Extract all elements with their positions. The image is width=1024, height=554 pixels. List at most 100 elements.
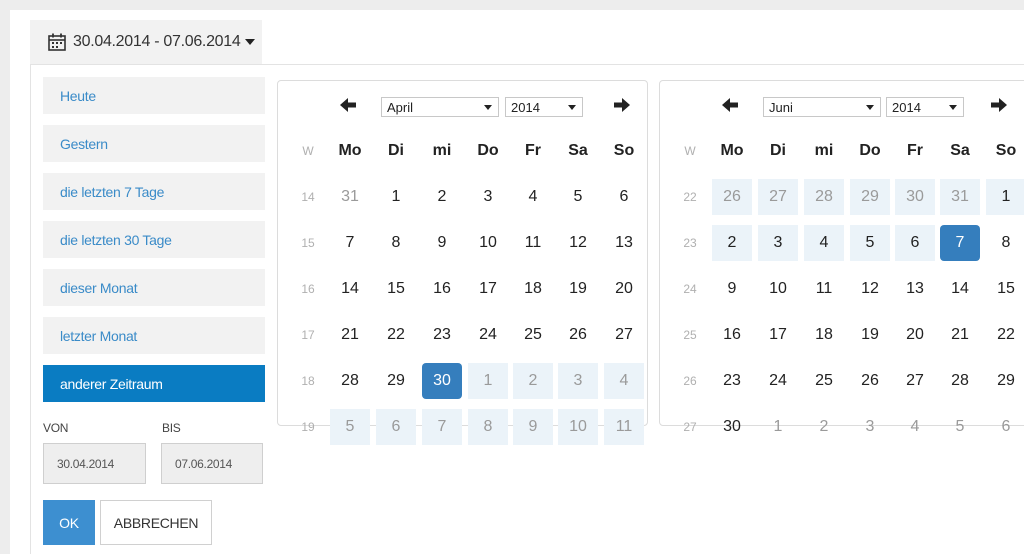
calendar-day[interactable]: 9 <box>422 225 462 261</box>
range-last-30-days[interactable]: die letzten 30 Tage <box>43 221 265 258</box>
calendar-day[interactable]: 1 <box>758 409 798 445</box>
calendar-day[interactable]: 15 <box>376 271 416 307</box>
calendar-day[interactable]: 23 <box>712 363 752 399</box>
calendar-day[interactable]: 6 <box>376 409 416 445</box>
calendar-day[interactable]: 31 <box>330 179 370 215</box>
calendar-day[interactable]: 11 <box>804 271 844 307</box>
calendar-day[interactable]: 10 <box>758 271 798 307</box>
range-last-7-days[interactable]: die letzten 7 Tage <box>43 173 265 210</box>
month-select[interactable]: April <box>381 97 499 117</box>
calendar-day[interactable]: 13 <box>604 225 644 261</box>
calendar-day[interactable]: 3 <box>758 225 798 261</box>
calendar-day[interactable]: 18 <box>804 317 844 353</box>
calendar-day[interactable]: 11 <box>513 225 553 261</box>
calendar-day[interactable]: 3 <box>558 363 598 399</box>
ok-button[interactable]: OK <box>43 500 95 545</box>
calendar-day[interactable]: 16 <box>712 317 752 353</box>
calendar-day[interactable]: 6 <box>604 179 644 215</box>
calendar-day[interactable]: 30 <box>895 179 935 215</box>
calendar-day[interactable]: 23 <box>422 317 462 353</box>
calendar-day[interactable]: 20 <box>895 317 935 353</box>
calendar-day-selected[interactable]: 7 <box>940 225 980 261</box>
calendar-day[interactable]: 17 <box>468 271 508 307</box>
calendar-day[interactable]: 9 <box>513 409 553 445</box>
date-range-trigger[interactable]: 30.04.2014 - 07.06.2014 <box>30 20 262 64</box>
calendar-day[interactable]: 4 <box>804 225 844 261</box>
range-yesterday[interactable]: Gestern <box>43 125 265 162</box>
calendar-day[interactable]: 28 <box>940 363 980 399</box>
calendar-day[interactable]: 4 <box>604 363 644 399</box>
calendar-day[interactable]: 26 <box>712 179 752 215</box>
calendar-day[interactable]: 10 <box>558 409 598 445</box>
calendar-day[interactable]: 22 <box>986 317 1024 353</box>
calendar-day-selected[interactable]: 30 <box>422 363 462 399</box>
calendar-day[interactable]: 25 <box>804 363 844 399</box>
calendar-day[interactable]: 16 <box>422 271 462 307</box>
range-last-month[interactable]: letzter Monat <box>43 317 265 354</box>
next-month-arrow-icon[interactable] <box>989 95 1009 115</box>
calendar-day[interactable]: 7 <box>330 225 370 261</box>
calendar-day[interactable]: 17 <box>758 317 798 353</box>
calendar-day[interactable]: 3 <box>468 179 508 215</box>
to-date-input[interactable] <box>161 443 263 484</box>
calendar-day[interactable]: 29 <box>376 363 416 399</box>
calendar-day[interactable]: 31 <box>940 179 980 215</box>
range-custom[interactable]: anderer Zeitraum <box>43 365 265 402</box>
calendar-day[interactable]: 27 <box>758 179 798 215</box>
calendar-day[interactable]: 2 <box>422 179 462 215</box>
calendar-day[interactable]: 8 <box>986 225 1024 261</box>
calendar-day[interactable]: 2 <box>804 409 844 445</box>
calendar-day[interactable]: 19 <box>558 271 598 307</box>
calendar-day[interactable]: 2 <box>712 225 752 261</box>
calendar-day[interactable]: 22 <box>376 317 416 353</box>
calendar-day[interactable]: 1 <box>986 179 1024 215</box>
calendar-day[interactable]: 20 <box>604 271 644 307</box>
calendar-day[interactable]: 12 <box>850 271 890 307</box>
calendar-day[interactable]: 1 <box>376 179 416 215</box>
prev-month-arrow-icon[interactable] <box>720 95 740 115</box>
calendar-day[interactable]: 6 <box>895 225 935 261</box>
calendar-day[interactable]: 5 <box>330 409 370 445</box>
cancel-button[interactable]: ABBRECHEN <box>100 500 212 545</box>
calendar-day[interactable]: 29 <box>986 363 1024 399</box>
calendar-day[interactable]: 24 <box>758 363 798 399</box>
calendar-day[interactable]: 10 <box>468 225 508 261</box>
calendar-day[interactable]: 27 <box>895 363 935 399</box>
calendar-day[interactable]: 14 <box>330 271 370 307</box>
range-this-month[interactable]: dieser Monat <box>43 269 265 306</box>
calendar-day[interactable]: 19 <box>850 317 890 353</box>
calendar-day[interactable]: 27 <box>604 317 644 353</box>
calendar-day[interactable]: 2 <box>513 363 553 399</box>
calendar-day[interactable]: 26 <box>558 317 598 353</box>
calendar-day[interactable]: 5 <box>940 409 980 445</box>
calendar-day[interactable]: 3 <box>850 409 890 445</box>
calendar-day[interactable]: 29 <box>850 179 890 215</box>
calendar-day[interactable]: 11 <box>604 409 644 445</box>
prev-month-arrow-icon[interactable] <box>338 95 358 115</box>
calendar-day[interactable]: 14 <box>940 271 980 307</box>
calendar-day[interactable]: 28 <box>804 179 844 215</box>
calendar-day[interactable]: 15 <box>986 271 1024 307</box>
calendar-day[interactable]: 18 <box>513 271 553 307</box>
calendar-day[interactable]: 4 <box>513 179 553 215</box>
calendar-day[interactable]: 21 <box>940 317 980 353</box>
calendar-day[interactable]: 9 <box>712 271 752 307</box>
calendar-day[interactable]: 7 <box>422 409 462 445</box>
calendar-day[interactable]: 6 <box>986 409 1024 445</box>
calendar-day[interactable]: 1 <box>468 363 508 399</box>
next-month-arrow-icon[interactable] <box>612 95 632 115</box>
calendar-day[interactable]: 28 <box>330 363 370 399</box>
calendar-day[interactable]: 30 <box>712 409 752 445</box>
calendar-day[interactable]: 5 <box>558 179 598 215</box>
calendar-day[interactable]: 24 <box>468 317 508 353</box>
from-date-input[interactable] <box>43 443 146 484</box>
calendar-day[interactable]: 5 <box>850 225 890 261</box>
range-today[interactable]: Heute <box>43 77 265 114</box>
year-select[interactable]: 2014 <box>886 97 964 117</box>
calendar-day[interactable]: 4 <box>895 409 935 445</box>
year-select[interactable]: 2014 <box>505 97 583 117</box>
calendar-day[interactable]: 12 <box>558 225 598 261</box>
calendar-day[interactable]: 26 <box>850 363 890 399</box>
calendar-day[interactable]: 25 <box>513 317 553 353</box>
calendar-day[interactable]: 13 <box>895 271 935 307</box>
